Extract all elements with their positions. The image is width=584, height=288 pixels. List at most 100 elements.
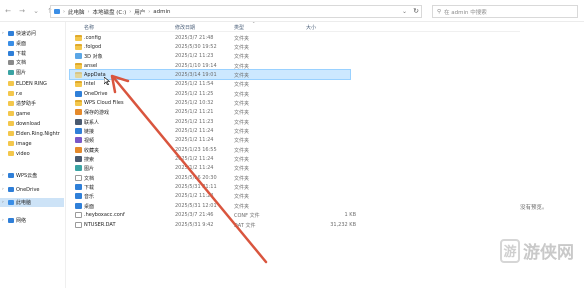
file-row[interactable]: .folgod 2025/5/30 19:52 文件夹 (70, 42, 350, 51)
navigation-pane: › 快速访问桌面下载 文档图片 ELDEN RING r.e 造梦助手 game downlo… (0, 22, 66, 288)
special-folder-icon (75, 137, 82, 144)
file-row[interactable]: 收藏夹 2025/1/23 16:55 文件夹 (70, 145, 350, 154)
file-type: 文件夹 (234, 147, 250, 154)
file-row[interactable]: 联系人 2025/1/2 11:23 文件夹 (70, 117, 350, 126)
file-date: 2025/5/31 12:01 (175, 202, 217, 209)
nav-item-label: 图片 (16, 70, 27, 76)
file-row[interactable]: WPS Cloud Files 2025/1/2 10:32 文件夹 (70, 98, 350, 107)
refresh-icon[interactable]: ↻ (413, 7, 419, 15)
nav-item-label: 此电脑 (16, 200, 32, 206)
file-row[interactable]: 文档 2025/5/16 20:30 文件夹 (70, 173, 350, 182)
nav-item[interactable]: 下载 (0, 49, 26, 58)
chevron-right-icon[interactable]: › (2, 200, 6, 205)
nav-item[interactable]: 图片 (0, 68, 26, 77)
file-date: 2025/1/2 11:24 (175, 137, 214, 144)
nav-item-label: video (16, 150, 30, 157)
computer-icon (54, 9, 60, 14)
nav-item-label: ELDEN RING (16, 80, 47, 87)
file-type: 文件夹 (234, 72, 250, 79)
chevron-right-icon[interactable]: › (2, 218, 6, 223)
file-name: 保存的游戏 (84, 110, 110, 117)
nav-item[interactable]: › OneDrive (0, 185, 40, 194)
nav-item-label: 桌面 (16, 41, 27, 47)
file-type: 文件夹 (234, 35, 250, 42)
computer-icon (8, 200, 14, 205)
nav-item[interactable]: 文档 (0, 58, 26, 67)
nav-item[interactable]: ELDEN RING (0, 79, 47, 88)
column-date-header[interactable]: 修改日期 (175, 24, 195, 31)
special-folder-icon (75, 184, 82, 191)
nav-item[interactable]: r.e (0, 89, 22, 98)
breadcrumb-local-disk[interactable]: 本地磁盘 (C:) (93, 8, 127, 16)
file-date: 2025/1/23 16:55 (175, 146, 217, 153)
file-row[interactable]: 下载 2025/5/31 21:11 文件夹 (70, 183, 350, 192)
search-box[interactable]: ⚲ 在 admin 中搜索 (432, 5, 578, 18)
file-name: .heyboxacc.conf (84, 212, 125, 219)
file-name: ansel (84, 62, 98, 69)
forward-arrow-icon[interactable]: → (16, 5, 28, 17)
nav-item[interactable]: › 网络 (0, 216, 26, 225)
search-icon: ⚲ (437, 8, 442, 15)
nav-item[interactable]: 桌面 (0, 39, 26, 48)
nav-item[interactable]: › WPS云盘 (0, 171, 37, 180)
folder-icon (75, 34, 82, 41)
file-row[interactable]: NTUSER.DAT 2025/5/31 9:42 DAT 文件 31,232 KB (70, 220, 356, 229)
file-row[interactable]: 链接 2025/1/2 11:24 文件夹 (70, 127, 350, 136)
file-row[interactable]: 桌面 2025/5/31 12:01 文件夹 (70, 201, 350, 210)
special-folder-icon (75, 109, 82, 116)
file-type: 文件夹 (234, 110, 250, 117)
file-icon (75, 221, 82, 228)
file-icon (75, 174, 82, 181)
file-type: 文件夹 (234, 82, 250, 89)
chevron-right-icon[interactable]: › (2, 173, 6, 178)
nav-item-label: download (16, 120, 41, 127)
file-row[interactable]: .config 2025/3/7 21:48 文件夹 (70, 33, 350, 42)
file-row[interactable]: 保存的游戏 2025/1/2 11:21 文件夹 (70, 108, 350, 117)
search-input[interactable]: 在 admin 中搜索 (444, 8, 487, 16)
file-row[interactable]: ansel 2025/1/10 19:14 文件夹 (70, 61, 350, 70)
file-row[interactable]: 3D 对象 2025/1/2 11:23 文件夹 (70, 52, 350, 61)
file-date: 2025/1/2 11:23 (175, 118, 214, 125)
column-name-header[interactable]: 名称 (84, 24, 94, 31)
column-size-header[interactable]: 大小 (306, 24, 316, 31)
column-type-header[interactable]: 类型 (234, 24, 244, 31)
breadcrumb-separator: › (87, 8, 90, 15)
desktop-icon (8, 41, 14, 46)
nav-item[interactable]: 造梦助手 (0, 99, 36, 108)
chevron-right-icon[interactable]: › (2, 187, 6, 192)
nav-item[interactable]: download (0, 119, 40, 128)
file-row[interactable]: 视频 2025/1/2 11:24 文件夹 (70, 136, 350, 145)
breadcrumb-separator: › (148, 8, 151, 15)
breadcrumb-users[interactable]: 用户 (134, 8, 145, 16)
nav-item[interactable]: › 快速访问 (0, 29, 36, 38)
nav-item[interactable]: game (0, 109, 30, 118)
file-row[interactable]: .heyboxacc.conf 2025/3/7 21:46 CONF 文件 1 KB (70, 211, 356, 220)
file-row[interactable]: OneDrive 2025/1/2 11:25 文件夹 (70, 89, 350, 98)
file-date: 2025/1/2 11:23 (175, 53, 214, 60)
nav-item-label: 快速访问 (16, 31, 37, 37)
special-folder-icon (75, 202, 82, 209)
file-size: 1 KB (344, 212, 356, 219)
file-row[interactable]: 搜索 2025/1/2 11:24 文件夹 (70, 155, 350, 164)
file-type: 文件夹 (234, 175, 250, 182)
recent-dropdown-icon[interactable]: ⌄ (30, 5, 42, 17)
file-row[interactable]: 音乐 2025/1/2 11:24 文件夹 (70, 192, 350, 201)
nav-item[interactable]: image (0, 139, 32, 148)
back-arrow-icon[interactable]: ← (2, 5, 14, 17)
address-dropdown-icon[interactable]: ⌄ (402, 8, 407, 15)
breadcrumb-admin[interactable]: admin (153, 9, 170, 15)
watermark-text: 游侠网 (523, 243, 574, 263)
file-row[interactable]: AppData 2025/3/14 19:01 文件夹 (69, 69, 351, 81)
nav-item[interactable]: Elden.Ring.Nightr (0, 129, 60, 138)
address-bar[interactable]: › 此电脑 › 本地磁盘 (C:) › 用户 › admin ⌄ ↻ (50, 5, 422, 18)
folder-icon (8, 91, 14, 96)
chevron-right-icon[interactable]: › (2, 31, 6, 36)
file-row[interactable]: Intel 2025/1/2 11:54 文件夹 (70, 80, 350, 89)
file-row[interactable]: 图片 2025/1/2 11:24 文件夹 (70, 164, 350, 173)
watermark-logo: 游 (500, 238, 520, 263)
breadcrumb-this-pc[interactable]: 此电脑 (68, 8, 85, 16)
nav-item[interactable]: › 此电脑 (0, 198, 64, 207)
nav-item[interactable]: video (0, 149, 30, 158)
file-type: 文件夹 (234, 100, 250, 107)
special-folder-icon (75, 118, 82, 125)
